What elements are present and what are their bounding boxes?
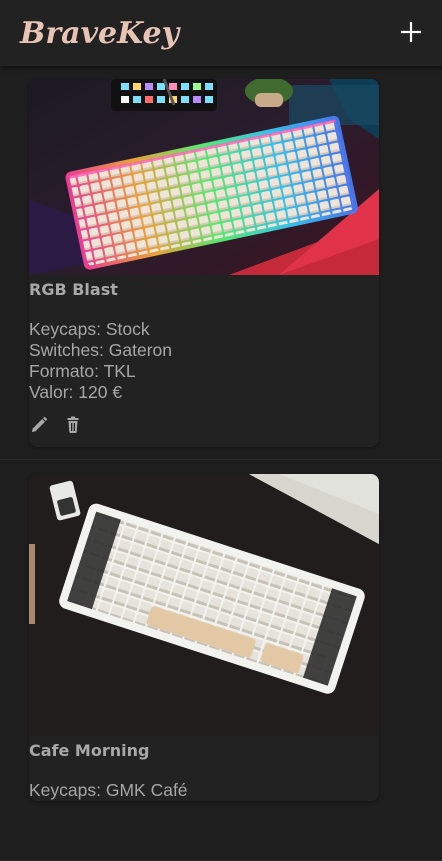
keycaps-line: Keycaps: Stock <box>29 319 150 339</box>
add-keyboard-button[interactable] <box>397 18 425 46</box>
keyboard-card: Cafe Morning Keycaps: GMK Café <box>29 474 379 801</box>
card-actions <box>29 403 379 447</box>
format-line: Formato: TKL <box>29 361 136 381</box>
edit-button[interactable] <box>29 415 49 435</box>
keycaps-line: Keycaps: GMK Café <box>29 780 188 800</box>
app-logo: BraveKey <box>20 16 180 51</box>
keyboard-name: RGB Blast <box>29 280 118 299</box>
plus-icon <box>400 21 422 43</box>
price-line: Valor: 120 € <box>29 382 123 402</box>
switches-line: Switches: Gateron <box>29 340 172 360</box>
pencil-icon <box>32 416 48 432</box>
keyboard-image <box>29 79 379 275</box>
keyboard-name: Cafe Morning <box>29 741 150 760</box>
keyboard-card: RGB Blast Keycaps: Stock Switches: Gater… <box>29 79 379 447</box>
delete-button[interactable] <box>63 415 83 435</box>
keyboard-details: Keycaps: GMK Café <box>29 780 379 801</box>
trash-icon <box>67 416 79 433</box>
keyboard-image <box>29 474 379 736</box>
card-row: Cafe Morning Keycaps: GMK Café <box>0 461 442 861</box>
keyboard-details: Keycaps: Stock Switches: Gateron Formato… <box>29 319 379 403</box>
card-row: RGB Blast Keycaps: Stock Switches: Gater… <box>0 66 442 460</box>
app-bar: BraveKey <box>0 0 442 66</box>
